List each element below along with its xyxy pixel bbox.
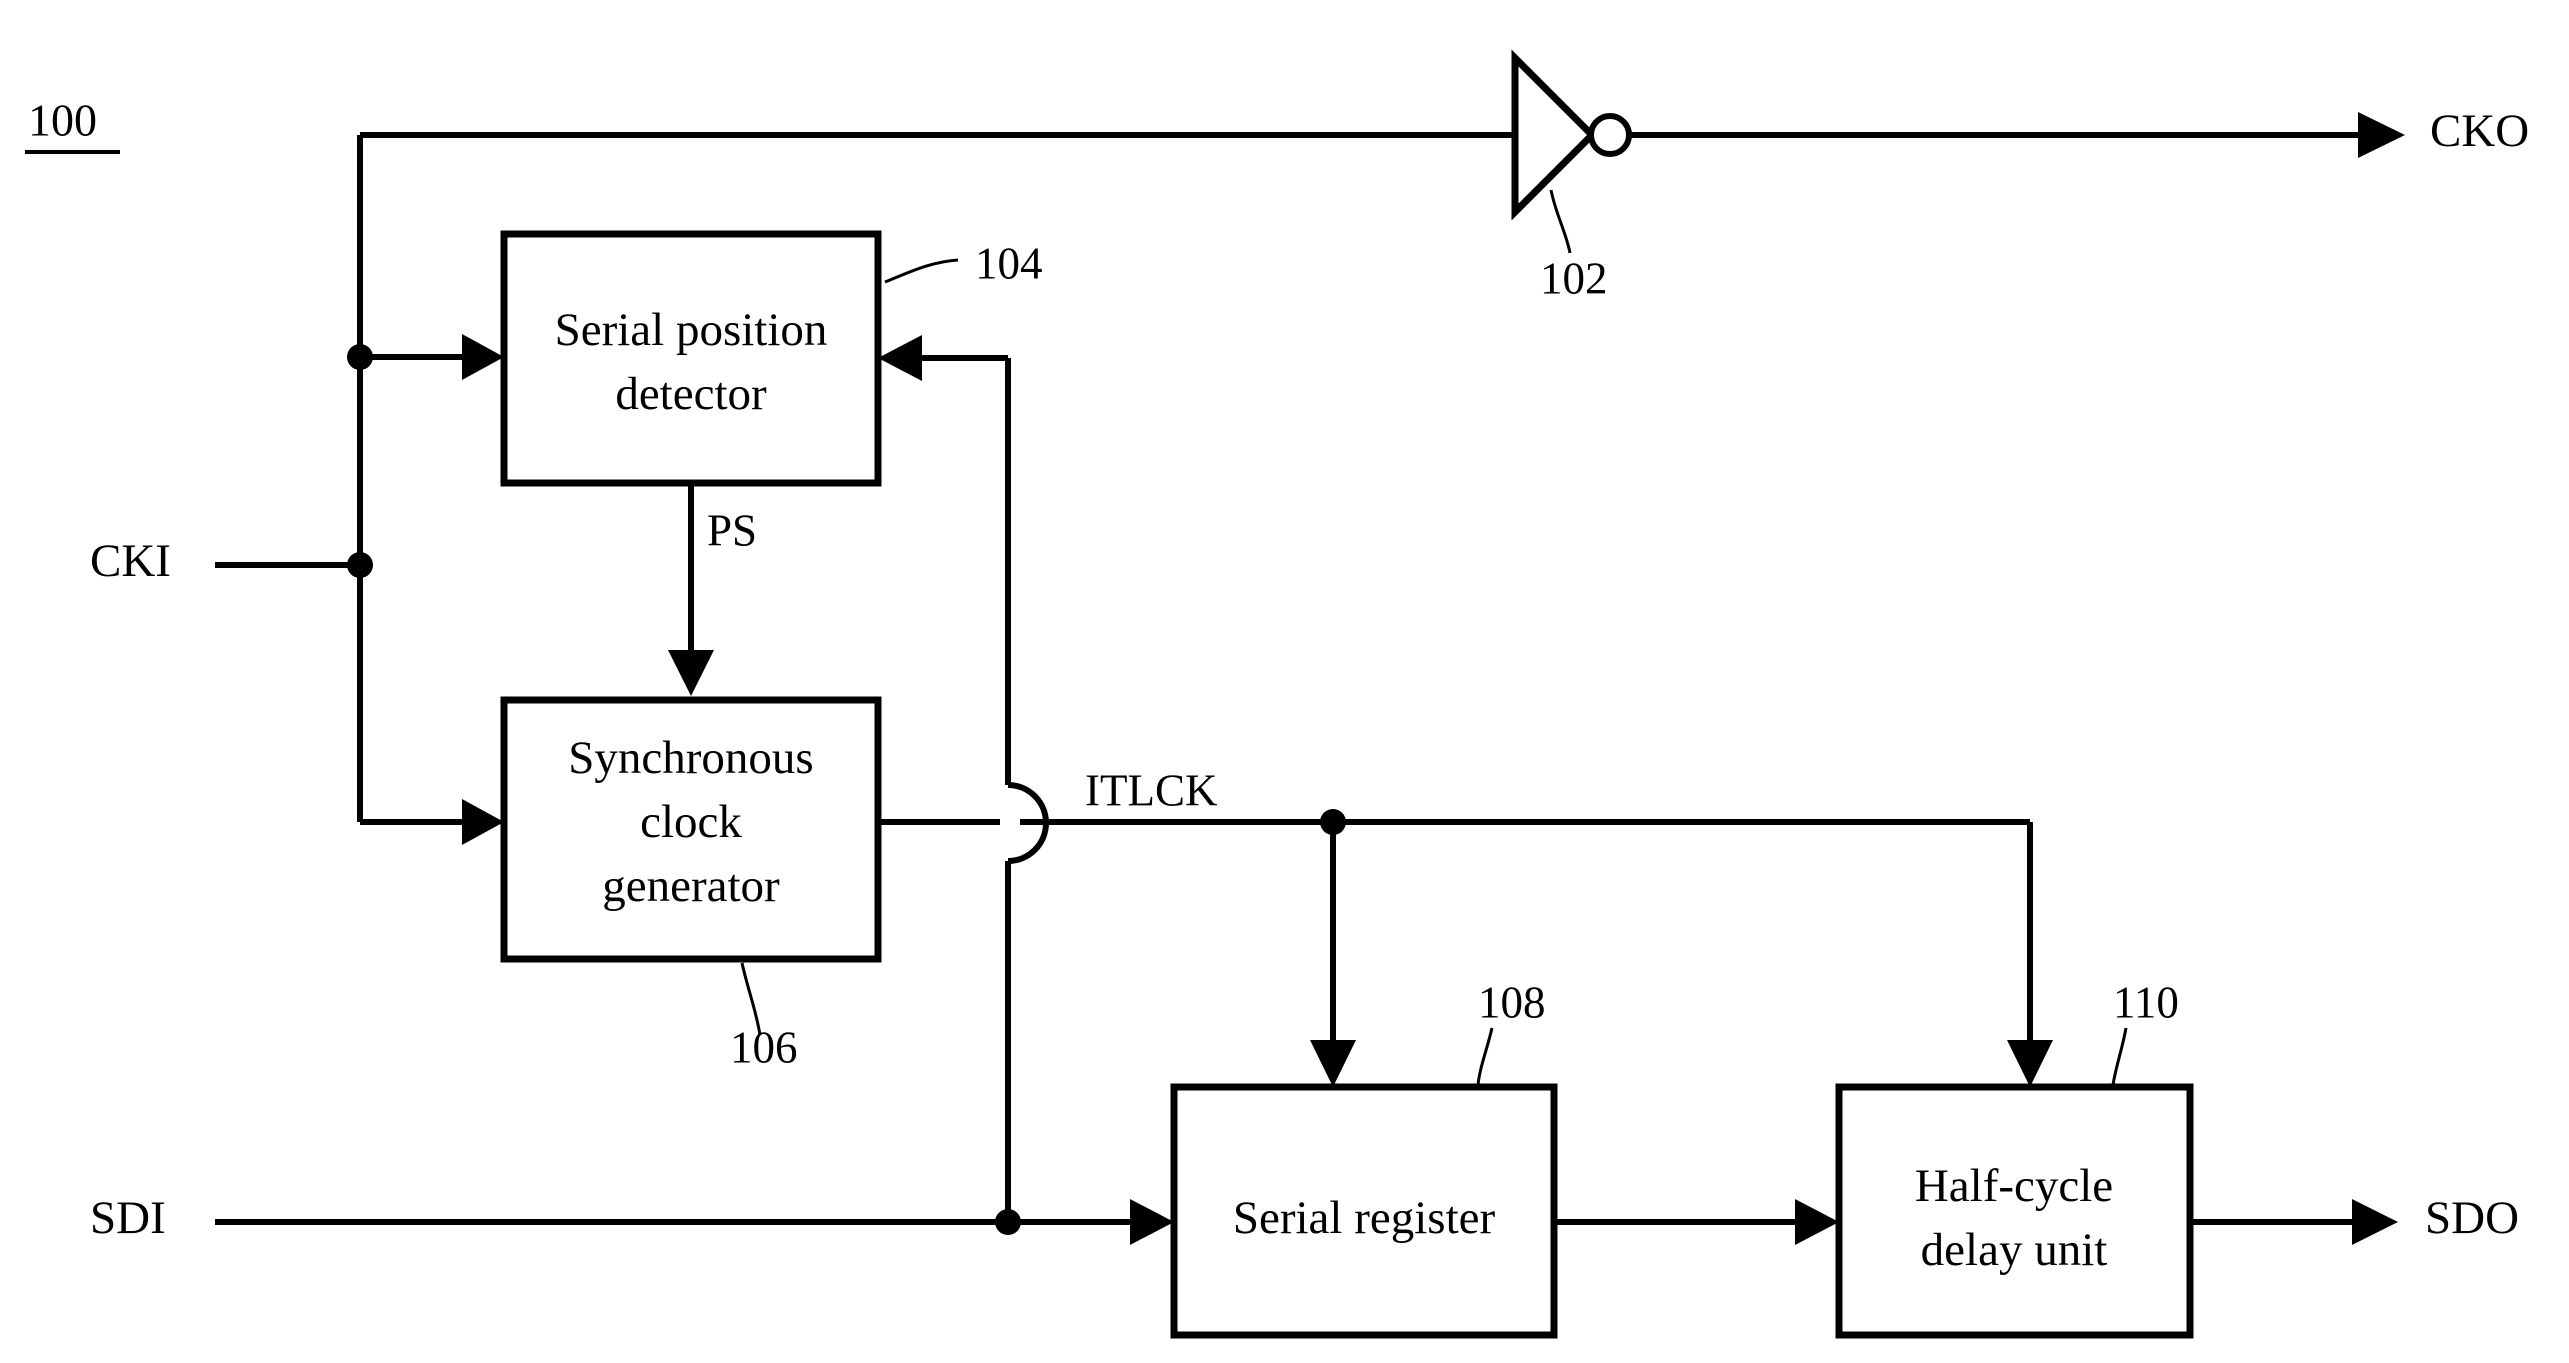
figure-number: 100: [25, 95, 120, 154]
signal-label-itlck: ITLCK: [1085, 765, 1218, 815]
signal-label-ps: PS: [707, 505, 757, 555]
serial-register-to-delay-wire: [1554, 1199, 1839, 1245]
junction-dot-cki-input: [347, 552, 373, 578]
ref-leader-102: [1549, 189, 1572, 254]
port-label-sdi: SDI: [90, 1192, 166, 1244]
ref-leader-104: [884, 258, 959, 284]
feedback-vertical-bus: [1005, 358, 1049, 1222]
ref-number-110: 110: [2113, 977, 2179, 1027]
ref-number-102: 102: [1540, 253, 1608, 303]
itlck-to-delay-unit-wire: [2007, 822, 2053, 1087]
port-label-cki: CKI: [90, 535, 171, 587]
patent-figure: 100 Serial position detector Synchronous…: [0, 0, 2569, 1363]
ref-leader-110: [2111, 1027, 2128, 1086]
cki-to-clockgen-wire: [360, 799, 504, 845]
label-synchronous-clock-generator-line3: generator: [602, 860, 780, 912]
sdo-output-wire: [2190, 1199, 2398, 1245]
inverter-gate: [1511, 49, 1632, 221]
cko-output-wire: [1629, 112, 2405, 158]
port-label-sdo: SDO: [2425, 1192, 2519, 1244]
label-half-cycle-delay-unit-line2: delay unit: [1921, 1224, 2108, 1276]
junction-dot-sdi: [995, 1209, 1021, 1235]
junction-dot-cki-detector: [347, 344, 373, 370]
label-serial-position-detector-line1: Serial position: [555, 304, 828, 356]
ref-number-108: 108: [1478, 977, 1546, 1027]
block-diagram-canvas: 100 Serial position detector Synchronous…: [25, 49, 2529, 1339]
label-synchronous-clock-generator-line1: Synchronous: [568, 732, 813, 784]
sdi-input-wire: [215, 1199, 1174, 1245]
label-synchronous-clock-generator-line2: clock: [640, 796, 742, 848]
port-label-cko: CKO: [2430, 105, 2529, 157]
label-serial-register: Serial register: [1233, 1192, 1496, 1244]
ref-number-106: 106: [730, 1022, 798, 1072]
cki-to-detector-wire: [360, 334, 504, 380]
block-serial-position-detector: [500, 230, 882, 487]
figure-number-text: 100: [28, 95, 97, 146]
ref-number-104: 104: [975, 238, 1043, 288]
ref-leader-108: [1476, 1027, 1494, 1086]
feedback-to-detector-wire: [878, 335, 1008, 381]
itlck-to-serial-register-wire: [1310, 822, 1356, 1087]
label-serial-position-detector-line2: detector: [615, 368, 767, 420]
label-half-cycle-delay-unit-line1: Half-cycle: [1915, 1160, 2113, 1212]
